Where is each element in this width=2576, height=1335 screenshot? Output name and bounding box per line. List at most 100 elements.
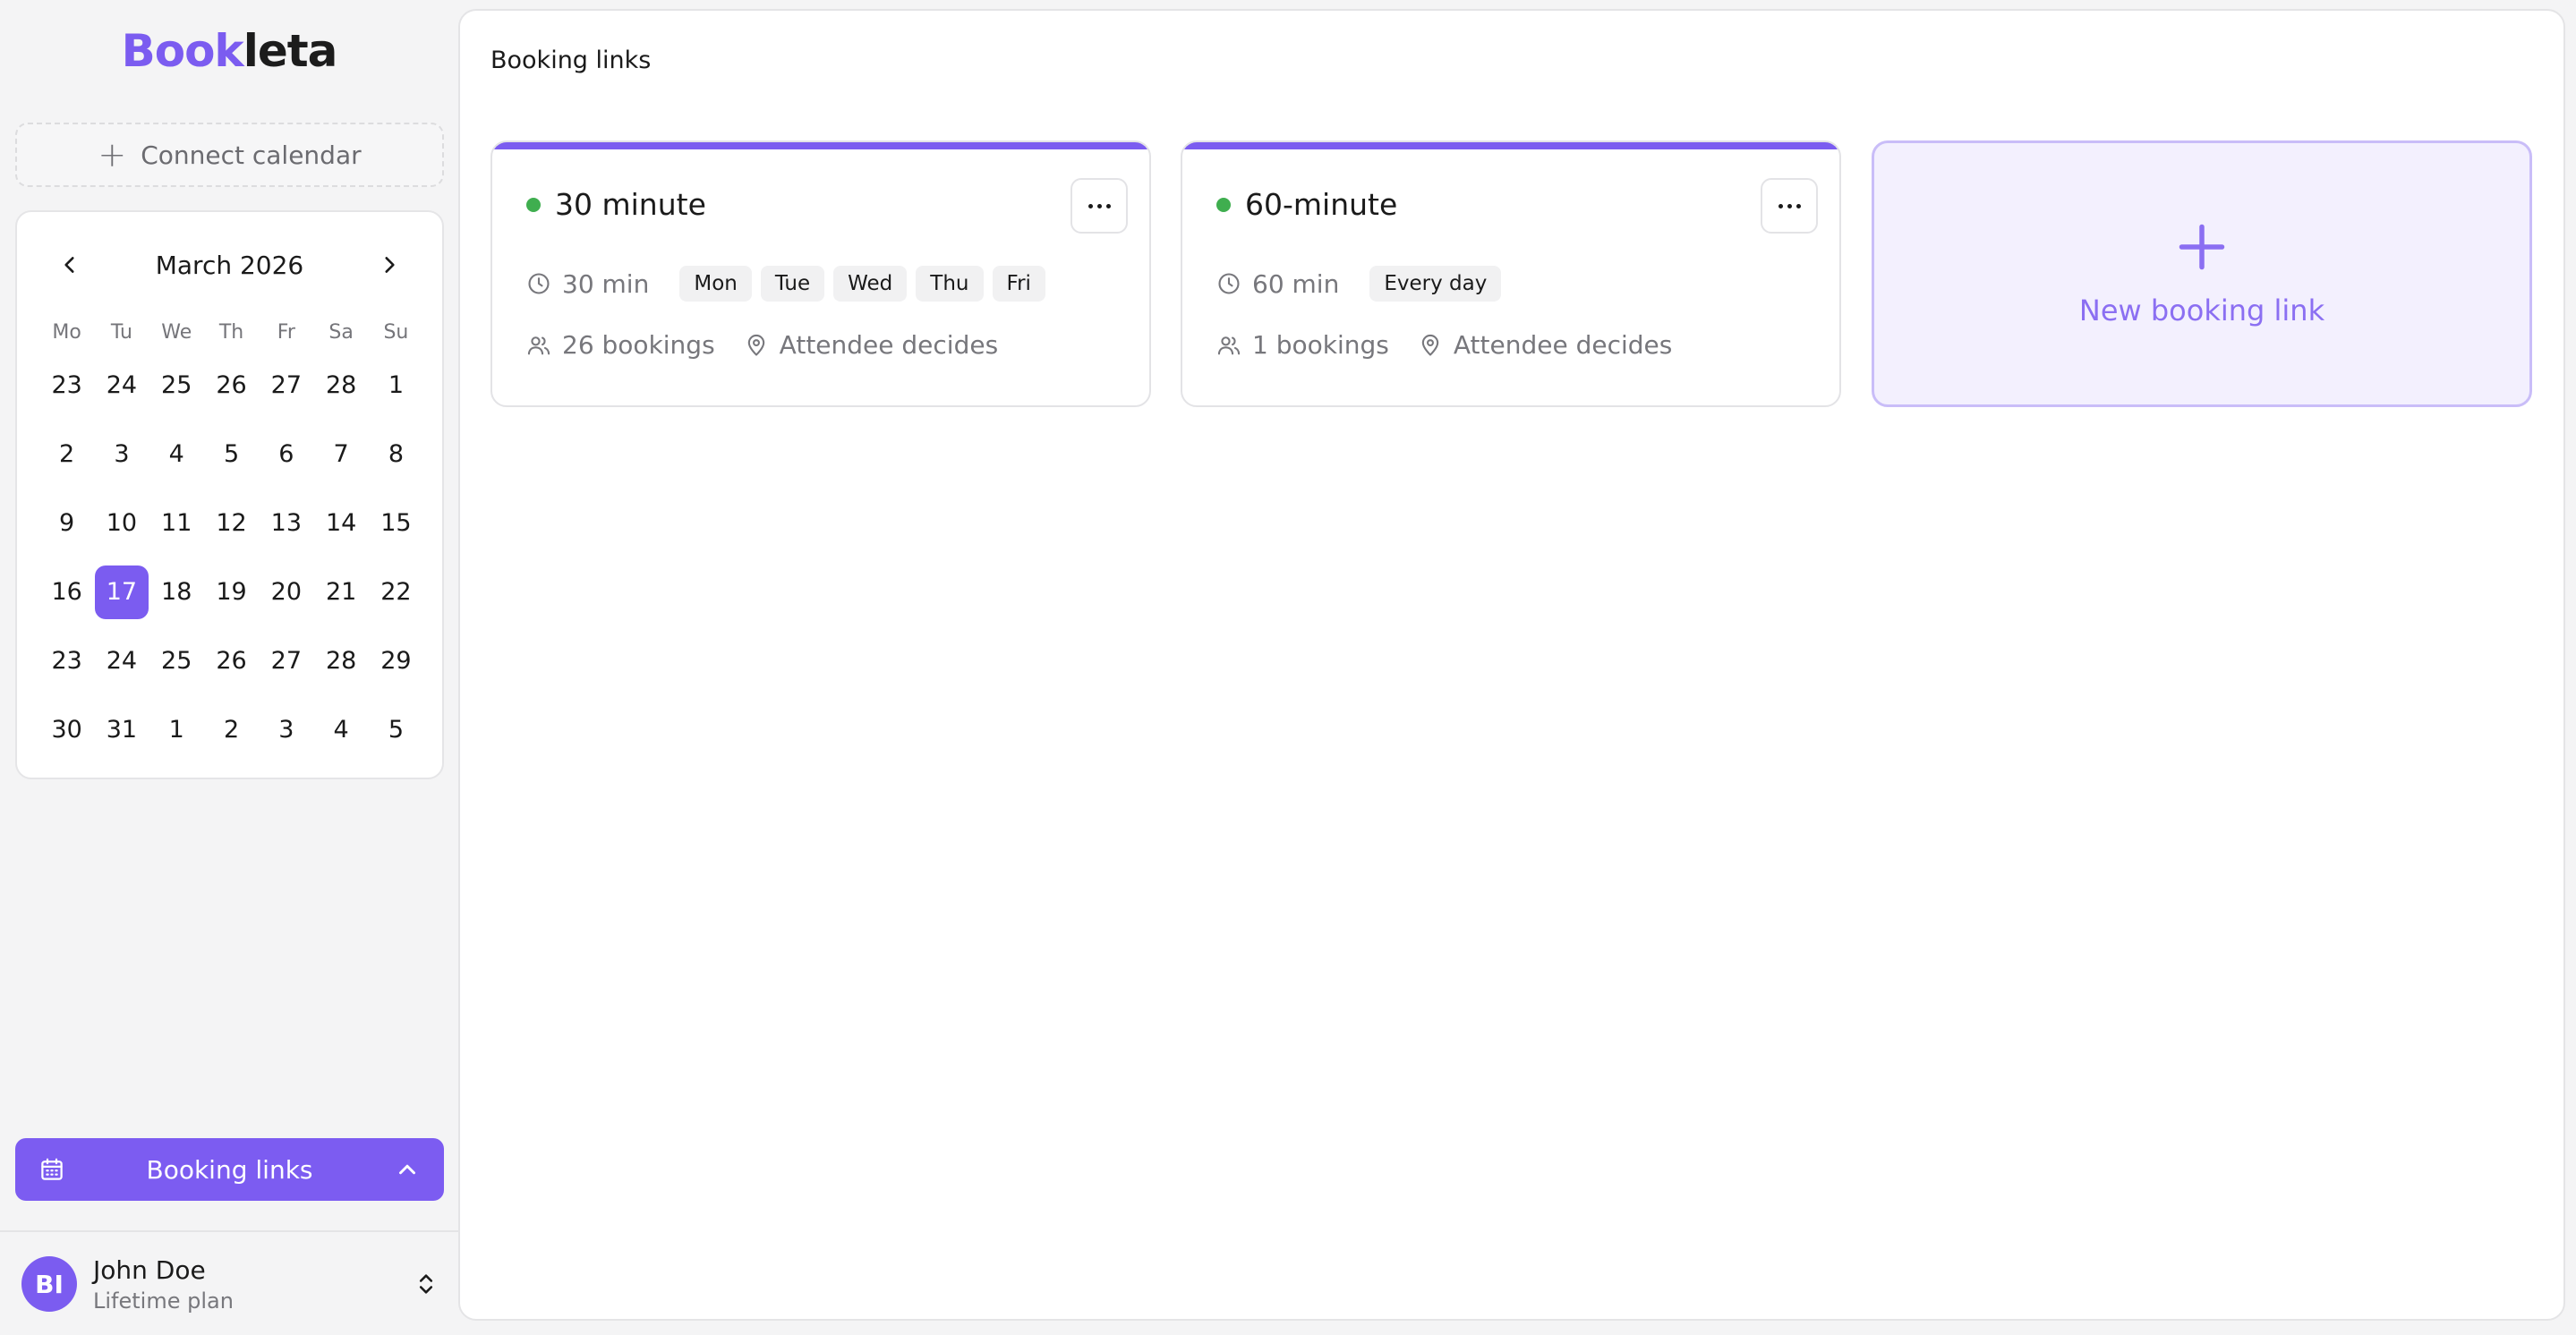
calendar-day[interactable]: 27 bbox=[259, 626, 313, 695]
calendar-day[interactable]: 31 bbox=[94, 695, 149, 764]
next-month-button[interactable] bbox=[372, 248, 406, 282]
map-pin-icon bbox=[1421, 334, 1439, 356]
calendar-day[interactable]: 24 bbox=[94, 351, 149, 420]
calendar-day[interactable]: 29 bbox=[369, 626, 423, 695]
logo-part-book: Book bbox=[121, 25, 244, 77]
app-logo[interactable]: Bookleta bbox=[0, 25, 458, 77]
booking-link-card[interactable]: 30 minute 30 min Mon Tue Wed Thu Fri 26 … bbox=[490, 140, 1151, 407]
calendar-day[interactable]: 21 bbox=[313, 557, 368, 626]
card-schedule-row: 30 min Mon Tue Wed Thu Fri bbox=[526, 266, 1045, 302]
calendar-day[interactable]: 9 bbox=[39, 489, 94, 557]
calendar-day-number: 31 bbox=[106, 716, 138, 744]
calendar-day[interactable]: 8 bbox=[369, 420, 423, 489]
calendar-day-number: 4 bbox=[168, 440, 184, 468]
calendar-day[interactable]: 18 bbox=[149, 557, 204, 626]
calendar-day-number: 25 bbox=[161, 647, 192, 675]
users-icon bbox=[527, 336, 550, 354]
calendar-day[interactable]: 25 bbox=[149, 351, 204, 420]
calendar-header: March 2026 bbox=[17, 244, 442, 285]
calendar-day[interactable]: 1 bbox=[369, 351, 423, 420]
calendar-day[interactable]: 4 bbox=[313, 695, 368, 764]
calendar-day-number: 25 bbox=[161, 371, 192, 399]
calendar-day[interactable]: 16 bbox=[39, 557, 94, 626]
calendar-day[interactable]: 2 bbox=[39, 420, 94, 489]
calendar-day[interactable]: 22 bbox=[369, 557, 423, 626]
calendar-day[interactable]: 23 bbox=[39, 351, 94, 420]
calendar-day[interactable]: 7 bbox=[313, 420, 368, 489]
card-location: Attendee decides bbox=[1418, 330, 1672, 360]
calendar-day[interactable]: 24 bbox=[94, 626, 149, 695]
calendar-day[interactable]: 28 bbox=[313, 626, 368, 695]
calendar-day[interactable]: 28 bbox=[313, 351, 368, 420]
calendar-day[interactable]: 23 bbox=[39, 626, 94, 695]
card-accent-bar bbox=[492, 142, 1149, 149]
calendar-day-number: 28 bbox=[325, 647, 357, 675]
day-chip: Mon bbox=[679, 266, 752, 302]
calendar-day-selected[interactable]: 17 bbox=[94, 557, 149, 626]
active-status-dot bbox=[1216, 197, 1231, 212]
calendar-day[interactable]: 3 bbox=[94, 420, 149, 489]
calendar-day-number: 3 bbox=[114, 440, 130, 468]
connect-calendar-button[interactable]: + Connect calendar bbox=[15, 123, 444, 187]
map-pin-icon bbox=[747, 334, 764, 356]
nav-booking-links[interactable]: Booking links bbox=[15, 1138, 444, 1201]
calendar-day[interactable]: 5 bbox=[204, 420, 259, 489]
day-chips: Every day bbox=[1369, 266, 1502, 302]
calendar-day[interactable]: 4 bbox=[149, 420, 204, 489]
calendar-day[interactable]: 25 bbox=[149, 626, 204, 695]
calendar-day-number: 20 bbox=[270, 578, 302, 606]
more-options-button[interactable] bbox=[1070, 178, 1128, 234]
calendar-day[interactable]: 14 bbox=[313, 489, 368, 557]
calendar-day-number: 24 bbox=[106, 647, 138, 675]
calendar-day-number: 9 bbox=[59, 509, 75, 537]
card-location-label: Attendee decides bbox=[1453, 330, 1673, 360]
calendar-day[interactable]: 6 bbox=[259, 420, 313, 489]
sidebar: Bookleta + Connect calendar March 2026 M… bbox=[0, 0, 458, 1335]
calendar-day[interactable]: 5 bbox=[369, 695, 423, 764]
calendar-day[interactable]: 27 bbox=[259, 351, 313, 420]
nav-booking-links-label: Booking links bbox=[146, 1154, 313, 1185]
calendar-day-number: 13 bbox=[270, 509, 302, 537]
calendar-day-number: 24 bbox=[106, 371, 138, 399]
calendar-day[interactable]: 13 bbox=[259, 489, 313, 557]
main-panel: Booking links 30 minute 30 min Mon Tue W… bbox=[458, 9, 2565, 1321]
calendar-day-number: 27 bbox=[270, 647, 302, 675]
card-duration: 30 min bbox=[562, 268, 650, 299]
calendar-day[interactable]: 1 bbox=[149, 695, 204, 764]
new-booking-link-label: New booking link bbox=[2078, 293, 2325, 327]
booking-link-card[interactable]: 60-minute 60 min Every day 1 bookings At… bbox=[1181, 140, 1841, 407]
plus-icon: + bbox=[98, 135, 127, 174]
calendar-day[interactable]: 20 bbox=[259, 557, 313, 626]
calendar-day-number: 16 bbox=[51, 578, 82, 606]
card-schedule-row: 60 min Every day bbox=[1216, 266, 1502, 302]
previous-month-button[interactable] bbox=[53, 248, 87, 282]
calendar-day-number: 4 bbox=[333, 716, 349, 744]
chevrons-up-down-icon bbox=[419, 1274, 433, 1294]
connect-calendar-label: Connect calendar bbox=[141, 140, 362, 170]
day-chip: Wed bbox=[833, 266, 908, 302]
card-title-label: 60-minute bbox=[1245, 187, 1398, 222]
calendar-day[interactable]: 10 bbox=[94, 489, 149, 557]
more-options-button[interactable] bbox=[1761, 178, 1818, 234]
user-menu[interactable]: BI John Doe Lifetime plan bbox=[21, 1253, 439, 1315]
calendar-day-number: 10 bbox=[106, 509, 138, 537]
calendar-day-number: 3 bbox=[278, 716, 294, 744]
active-status-dot bbox=[526, 197, 541, 212]
calendar-day[interactable]: 15 bbox=[369, 489, 423, 557]
users-icon bbox=[1217, 336, 1241, 354]
calendar-day[interactable]: 12 bbox=[204, 489, 259, 557]
calendar-day[interactable]: 2 bbox=[204, 695, 259, 764]
page-title: Booking links bbox=[490, 47, 652, 74]
calendar-day-number: 17 bbox=[94, 565, 149, 619]
card-location-label: Attendee decides bbox=[779, 330, 999, 360]
calendar-day[interactable]: 30 bbox=[39, 695, 94, 764]
day-chip: Thu bbox=[916, 266, 984, 302]
app-window: Bookleta + Connect calendar March 2026 M… bbox=[0, 0, 2576, 1335]
day-chips: Mon Tue Wed Thu Fri bbox=[679, 266, 1045, 302]
calendar-day[interactable]: 3 bbox=[259, 695, 313, 764]
calendar-day[interactable]: 26 bbox=[204, 351, 259, 420]
calendar-day[interactable]: 11 bbox=[149, 489, 204, 557]
new-booking-link-button[interactable]: New booking link bbox=[1872, 140, 2532, 407]
calendar-day[interactable]: 26 bbox=[204, 626, 259, 695]
calendar-day[interactable]: 19 bbox=[204, 557, 259, 626]
